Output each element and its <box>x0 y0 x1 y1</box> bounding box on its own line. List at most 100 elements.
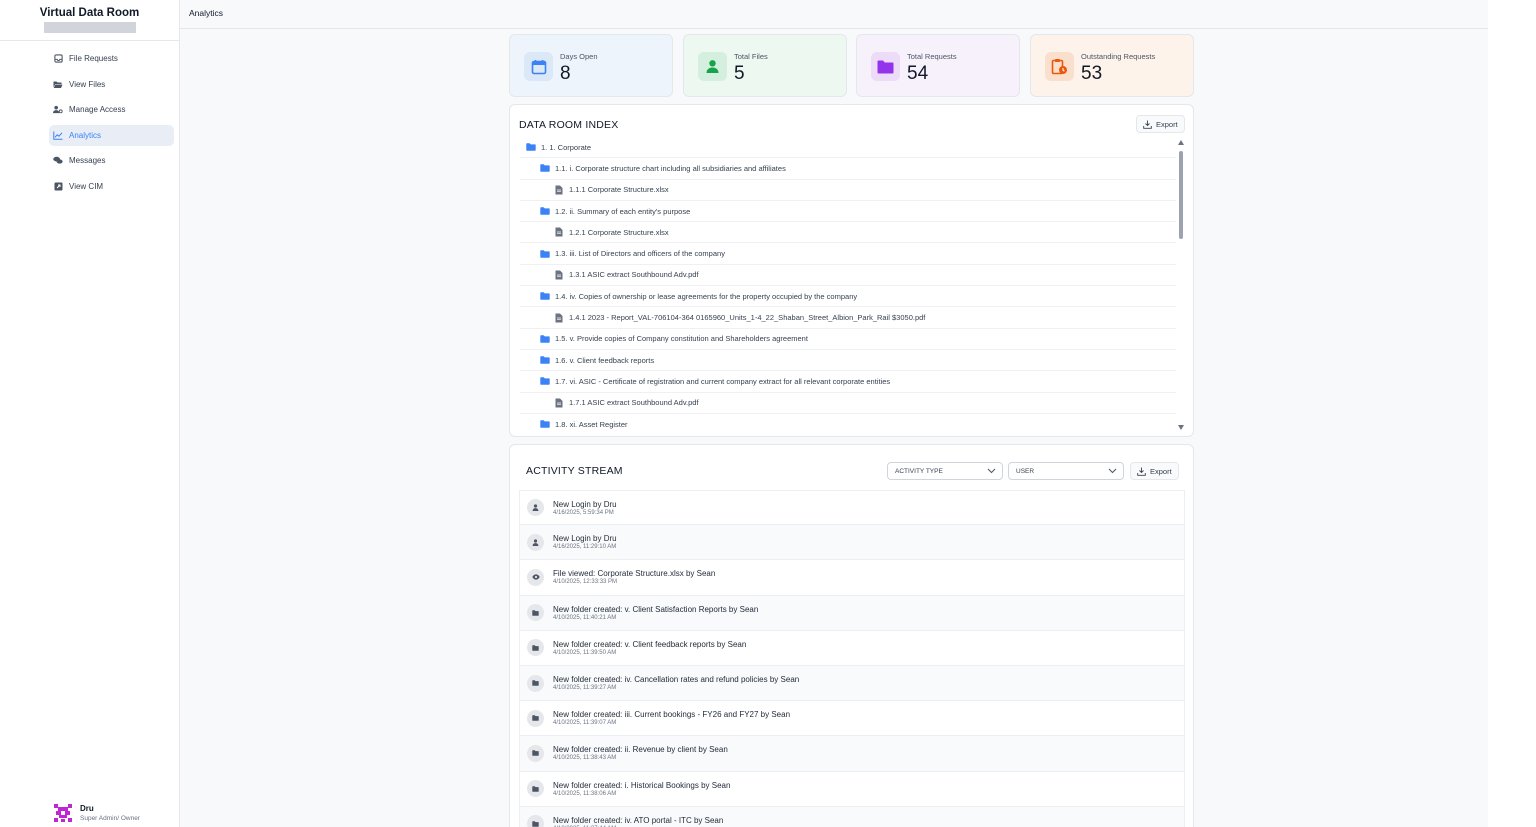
stat-card-outstanding-requests: Outstanding Requests 53 <box>1030 34 1194 97</box>
stat-label: Outstanding Requests <box>1081 52 1156 61</box>
folder-icon <box>540 419 550 429</box>
file-icon <box>554 270 564 280</box>
folder-icon <box>871 52 900 81</box>
sidebar-item-label: View CIM <box>69 181 104 191</box>
file-icon <box>554 185 564 195</box>
activity-timestamp: 4/10/2025, 11:39:50 AM <box>553 649 617 656</box>
sidebar-item-label: View Files <box>69 79 106 89</box>
folder-icon <box>527 815 544 827</box>
activity-timestamp: 4/10/2025, 11:39:27 AM <box>553 685 617 692</box>
index-export-button[interactable]: Export <box>1136 115 1185 133</box>
folder-icon <box>527 604 544 622</box>
activity-title: New folder created: iv. Cancellation rat… <box>553 675 800 685</box>
activity-title: New folder created: v. Client Satisfacti… <box>553 604 759 614</box>
data-room-index-panel: DATA ROOM INDEX Export 1. 1. Corporate 1.… <box>509 104 1194 437</box>
activity-stream-title: ACTIVITY STREAM <box>526 465 623 477</box>
stat-value: 54 <box>907 63 929 84</box>
activity-text: New folder created: v. Client Satisfacti… <box>553 605 758 621</box>
tree-folder-row[interactable]: 1.8. xi. Asset Register <box>520 414 1176 429</box>
tree-item-label: 1.2.1 Corporate Structure.xlsx <box>569 227 669 237</box>
user-icon <box>698 52 727 81</box>
activity-type-select[interactable]: ACTIVITY TYPE <box>887 462 1003 480</box>
activity-timestamp: 4/16/2025, 5:59:34 PM <box>553 509 614 516</box>
tree-folder-row[interactable]: 1. 1. Corporate <box>520 137 1176 159</box>
user-name: Dru <box>80 804 94 813</box>
activity-title: New Login by Dru <box>553 499 617 509</box>
user-profile[interactable]: Dru Super Admin/ Owner <box>54 804 140 822</box>
tree-file-row[interactable]: 1.2.1 Corporate Structure.xlsx <box>520 222 1176 244</box>
tree-item-label: 1.4.1 2023 - Report_VAL-706104-364 01659… <box>569 313 926 323</box>
stat-value: 8 <box>560 63 571 84</box>
activity-text: File viewed: Corporate Structure.xlsx by… <box>553 569 715 585</box>
activity-timestamp: 4/10/2025, 11:39:07 AM <box>553 720 617 727</box>
tree-folder-row[interactable]: 1.4. iv. Copies of ownership or lease ag… <box>520 286 1176 308</box>
sidebar-item-messages[interactable]: Messages <box>49 150 174 171</box>
sidebar: Virtual Data Room File Requests View Fil… <box>0 0 180 827</box>
tree-folder-row[interactable]: 1.2. ii. Summary of each entity's purpos… <box>520 201 1176 223</box>
user-filter-value: USER <box>1016 467 1035 475</box>
tree-item-label: 1.3.1 ASIC extract Southbound Adv.pdf <box>569 270 699 280</box>
tree-file-row[interactable]: 1.4.1 2023 - Report_VAL-706104-364 01659… <box>520 307 1176 329</box>
inbox-icon <box>53 54 63 64</box>
scroll-down-arrow[interactable] <box>1178 425 1184 430</box>
file-icon <box>554 313 564 323</box>
sidebar-item-manage-access[interactable]: Manage Access <box>49 99 174 120</box>
folder-icon <box>527 744 544 762</box>
folder-icon <box>540 291 550 301</box>
activity-title: New folder created: i. Historical Bookin… <box>553 780 731 790</box>
index-scrollbar[interactable] <box>1178 140 1184 430</box>
activity-row: New folder created: iii. Current booking… <box>519 701 1185 737</box>
sidebar-item-file-requests[interactable]: File Requests <box>49 48 174 69</box>
stat-card-total-files: Total Files 5 <box>683 34 847 97</box>
sidebar-item-label: Analytics <box>69 130 102 140</box>
scroll-up-arrow[interactable] <box>1178 140 1184 145</box>
sidebar-item-label: Messages <box>69 156 106 165</box>
tree-folder-row[interactable]: 1.1. i. Corporate structure chart includ… <box>520 158 1176 180</box>
company-name-placeholder <box>43 22 136 33</box>
tree-item-label: 1.5. v. Provide copies of Company consti… <box>555 334 808 344</box>
download-icon <box>1137 467 1146 476</box>
activity-title: New folder created: iii. Current booking… <box>553 710 791 720</box>
avatar <box>54 804 72 822</box>
download-icon <box>1143 120 1152 129</box>
user-cog-icon <box>53 105 63 115</box>
folder-icon <box>527 639 544 657</box>
sidebar-item-analytics[interactable]: Analytics <box>49 124 174 146</box>
activity-text: New folder created: i. Historical Bookin… <box>553 781 730 797</box>
activity-timestamp: 4/16/2025, 11:29:10 AM <box>553 544 617 551</box>
brand: Virtual Data Room <box>0 0 179 41</box>
activity-export-button[interactable]: Export <box>1130 462 1179 480</box>
page-title: Analytics <box>189 8 224 18</box>
chart-line-icon <box>53 130 63 140</box>
user-role: Super Admin/ Owner <box>80 815 140 822</box>
tree-file-row[interactable]: 1.3.1 ASIC extract Southbound Adv.pdf <box>520 265 1176 287</box>
tree-folder-row[interactable]: 1.3. iii. List of Directors and officers… <box>520 243 1176 265</box>
top-bar: Analytics <box>180 0 1488 29</box>
activity-timestamp: 4/10/2025, 12:33:33 PM <box>553 579 618 586</box>
tree-file-row[interactable]: 1.7.1 ASIC extract Southbound Adv.pdf <box>520 393 1176 414</box>
index-tree: 1. 1. Corporate 1.1. i. Corporate structu… <box>520 137 1176 429</box>
activity-text: New folder created: v. Client feedback r… <box>553 640 746 656</box>
activity-timestamp: 4/10/2025, 11:40:21 AM <box>553 614 617 621</box>
tree-file-row[interactable]: 1.1.1 Corporate Structure.xlsx <box>520 180 1176 201</box>
tree-item-label: 1.7.1 ASIC extract Southbound Adv.pdf <box>569 398 699 408</box>
sidebar-item-view-cim[interactable]: View CIM <box>49 176 174 197</box>
activity-text: New folder created: iv. ATO portal - ITC… <box>553 816 723 827</box>
data-room-index-title: DATA ROOM INDEX <box>519 119 619 131</box>
tree-item-label: 1.6. v. Client feedback reports <box>555 355 655 365</box>
eye-icon <box>527 568 544 586</box>
file-icon <box>554 227 564 237</box>
stat-card-days-open: Days Open 8 <box>509 34 673 97</box>
folder-icon <box>527 674 544 692</box>
sidebar-item-view-files[interactable]: View Files <box>49 74 174 95</box>
user-select[interactable]: USER <box>1008 462 1124 480</box>
app-title: Virtual Data Room <box>39 7 140 19</box>
tree-item-label: 1.1. i. Corporate structure chart includ… <box>555 163 786 173</box>
folder-icon <box>540 355 550 365</box>
folder-icon <box>540 334 550 344</box>
scroll-thumb[interactable] <box>1179 151 1183 239</box>
activity-title: New folder created: v. Client feedback r… <box>553 639 747 649</box>
tree-folder-row[interactable]: 1.5. v. Provide copies of Company consti… <box>520 329 1176 350</box>
tree-folder-row[interactable]: 1.6. v. Client feedback reports <box>520 350 1176 372</box>
tree-folder-row[interactable]: 1.7. vi. ASIC - Certificate of registrat… <box>520 371 1176 393</box>
